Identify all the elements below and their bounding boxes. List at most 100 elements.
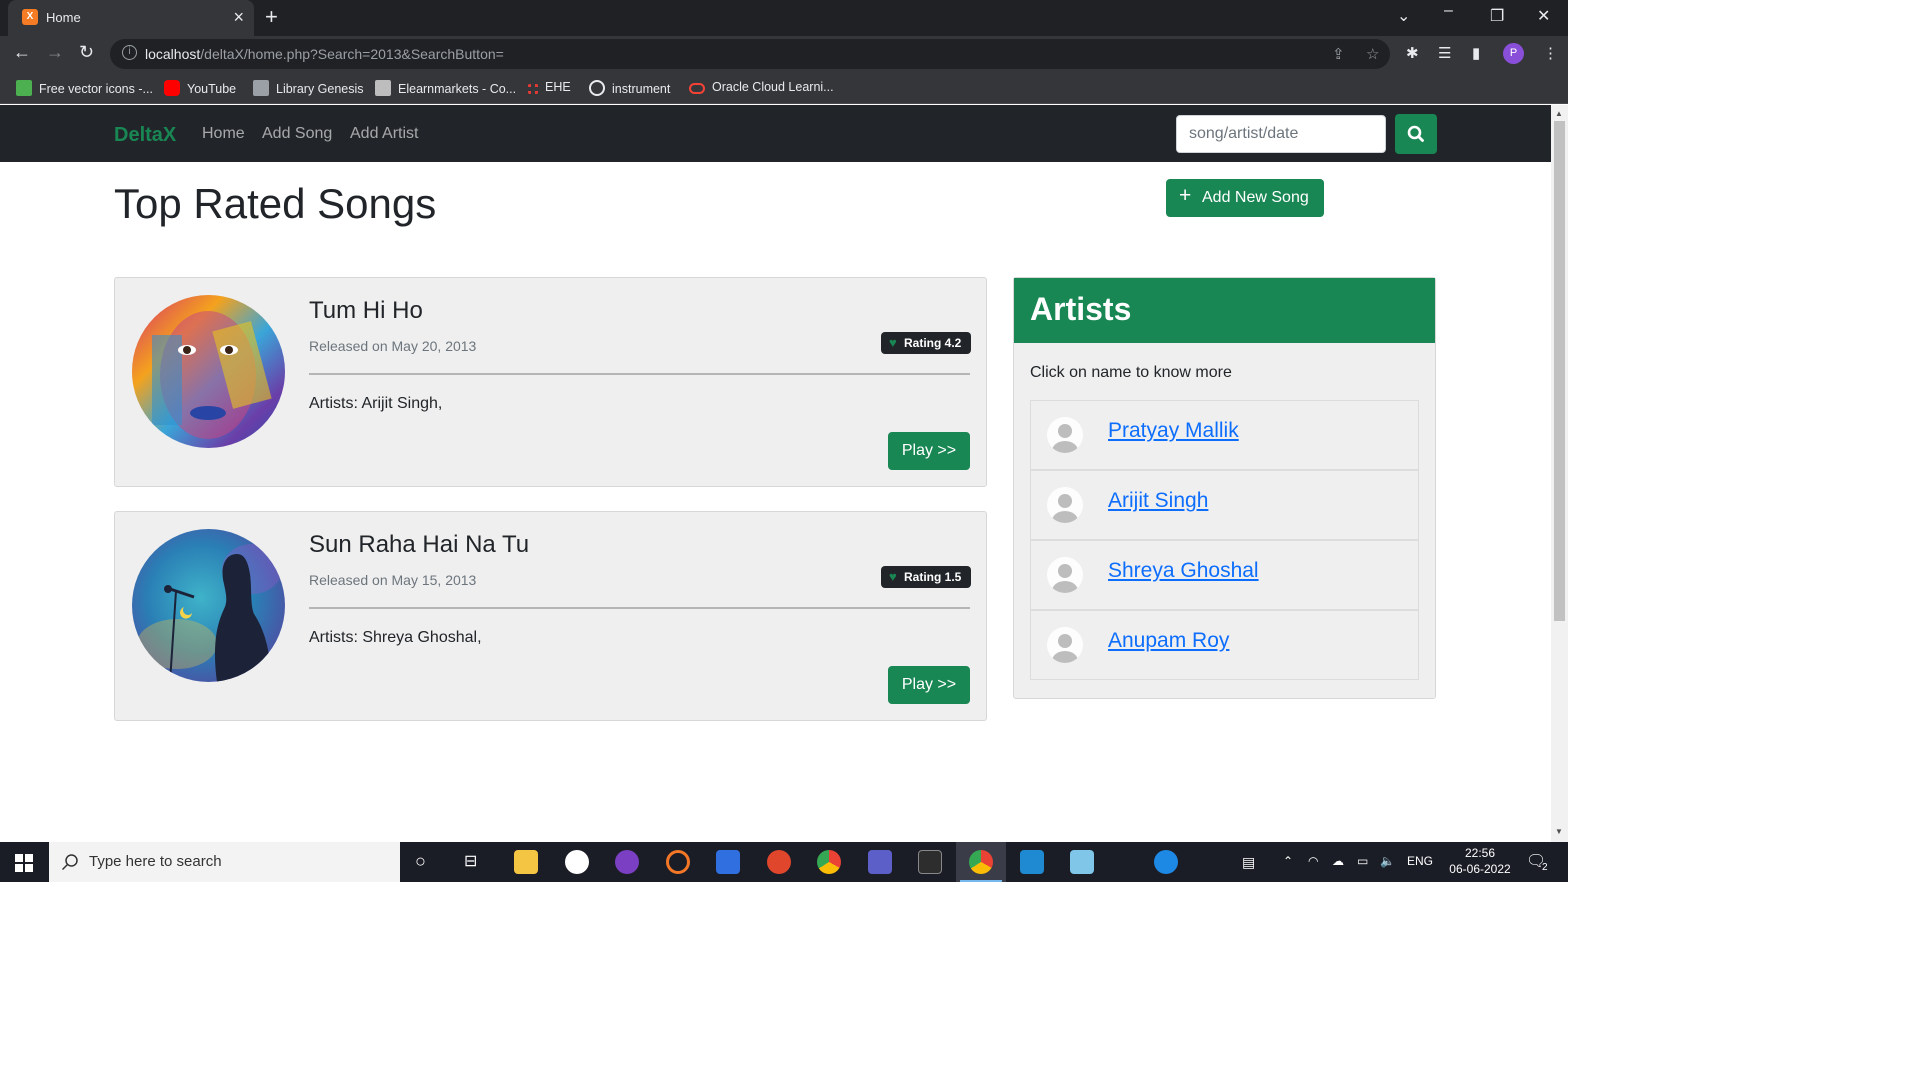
tab-home[interactable]: X Home × <box>8 0 254 36</box>
windows-start-icon[interactable] <box>15 854 33 872</box>
jupyter-icon[interactable] <box>666 850 690 874</box>
app-icon[interactable] <box>1070 850 1094 874</box>
app-icon[interactable] <box>565 850 589 874</box>
cortana-icon[interactable]: ○ <box>415 851 426 872</box>
teams-icon[interactable] <box>868 850 892 874</box>
language-indicator[interactable]: ENG <box>1407 854 1433 868</box>
bookmark-item[interactable]: Library Genesis <box>253 80 364 96</box>
search-input[interactable] <box>1176 115 1386 153</box>
artist-list-item: Arijit Singh <box>1030 470 1419 540</box>
tab-search-chevron-icon[interactable]: ⌄ <box>1397 6 1410 26</box>
tab-title: Home <box>46 10 81 25</box>
chrome-icon[interactable] <box>817 850 841 874</box>
song-title: Sun Raha Hai Na Tu <box>309 531 530 558</box>
restore-icon[interactable]: ❐ <box>1490 6 1504 26</box>
bookmark-item[interactable]: YouTube <box>164 80 236 96</box>
bookmark-item[interactable]: instrument <box>589 80 670 96</box>
song-artists: Artists: Arijit Singh, <box>309 395 443 412</box>
scroll-down-icon[interactable]: ▼ <box>1555 827 1563 836</box>
close-window-icon[interactable]: ✕ <box>1537 6 1550 26</box>
forward-icon[interactable]: → <box>46 42 64 63</box>
chrome-icon <box>969 850 993 874</box>
site-info-icon[interactable]: i <box>122 45 137 60</box>
news-widget-icon[interactable]: ▤ <box>1242 854 1255 871</box>
app-navbar: DeltaX Home Add Song Add Artist <box>0 105 1551 162</box>
rating-badge: ♥ Rating 1.5 <box>881 566 971 588</box>
artist-link[interactable]: Anupam Roy <box>1108 629 1229 653</box>
file-explorer-icon[interactable] <box>514 850 538 874</box>
rating-badge: ♥ Rating 4.2 <box>881 332 971 354</box>
minimize-icon[interactable]: – <box>1444 2 1453 20</box>
play-button[interactable]: Play >> <box>888 666 970 704</box>
song-cover-image <box>132 295 285 448</box>
add-new-song-button[interactable]: + Add New Song <box>1166 179 1324 217</box>
clock[interactable]: 22:56 06-06-2022 <box>1444 845 1516 877</box>
user-avatar-icon <box>1047 627 1083 663</box>
artist-list-item: Anupam Roy <box>1030 610 1419 680</box>
scroll-thumb[interactable] <box>1554 121 1565 621</box>
notification-count: 2 <box>1542 862 1548 873</box>
share-icon[interactable]: ⇪ <box>1332 45 1345 63</box>
nav-link-add-song[interactable]: Add Song <box>262 125 332 143</box>
divider <box>309 607 970 609</box>
reload-icon[interactable]: ↻ <box>79 42 94 63</box>
plus-icon: + <box>1179 184 1192 207</box>
song-card: Tum Hi Ho Released on May 20, 2013 ♥ Rat… <box>114 277 987 487</box>
new-tab-icon[interactable]: + <box>265 4 278 30</box>
song-title: Tum Hi Ho <box>309 297 423 324</box>
onedrive-icon[interactable]: ☁ <box>1332 854 1344 868</box>
song-artists: Artists: Shreya Ghoshal, <box>309 629 482 646</box>
battery-icon[interactable]: ▭ <box>1357 854 1368 868</box>
terminal-icon[interactable] <box>918 850 942 874</box>
bookmark-item[interactable]: Elearnmarkets - Co... <box>375 80 516 96</box>
taskbar-active-app[interactable] <box>956 842 1006 882</box>
nav-link-add-artist[interactable]: Add Artist <box>350 125 418 143</box>
user-avatar-icon <box>1047 487 1083 523</box>
scroll-up-icon[interactable]: ▲ <box>1555 109 1563 118</box>
bookmark-item[interactable]: Free vector icons -... <box>16 80 153 96</box>
url-text[interactable]: localhost/deltaX/home.php?Search=2013&Se… <box>145 46 504 62</box>
windows-taskbar: Type here to search ○ ⊟ ▤ ⌃ ◠ ☁ ▭ 🔈 ENG … <box>0 842 1568 882</box>
close-tab-icon[interactable]: × <box>233 7 244 27</box>
bookmark-item[interactable]: Oracle Cloud Learni... <box>689 80 834 94</box>
menu-kebab-icon[interactable]: ⋮ <box>1543 44 1558 62</box>
artist-link[interactable]: Pratyay Mallik <box>1108 419 1239 443</box>
wifi-icon[interactable]: ◠ <box>1308 854 1318 868</box>
user-avatar-icon <box>1047 557 1083 593</box>
divider <box>309 373 970 375</box>
artist-list-item: Pratyay Mallik <box>1030 400 1419 470</box>
wordpress-icon <box>589 80 605 96</box>
side-panel-icon[interactable]: ▮ <box>1472 44 1480 62</box>
extensions-puzzle-icon[interactable]: ✱ <box>1406 44 1419 62</box>
artist-link[interactable]: Shreya Ghoshal <box>1108 559 1259 583</box>
back-icon[interactable]: ← <box>13 42 31 63</box>
volume-icon[interactable]: 🔈 <box>1380 854 1395 868</box>
brand-logo[interactable]: DeltaX <box>114 124 176 147</box>
search-icon <box>61 854 78 871</box>
vscode-icon[interactable] <box>1020 850 1044 874</box>
page-title: Top Rated Songs <box>114 180 437 227</box>
heart-icon: ♥ <box>889 335 897 350</box>
media-queue-icon[interactable]: ☰ <box>1438 44 1451 62</box>
bookmark-item[interactable]: EHE <box>528 80 571 94</box>
nav-link-home[interactable]: Home <box>202 125 245 143</box>
ehe-icon <box>528 84 538 94</box>
help-icon[interactable] <box>1154 850 1178 874</box>
page-scrollbar[interactable]: ▲ ▼ <box>1551 105 1568 842</box>
address-bar[interactable]: i localhost/deltaX/home.php?Search=2013&… <box>110 39 1390 69</box>
play-button[interactable]: Play >> <box>888 432 970 470</box>
app-icon[interactable] <box>716 850 740 874</box>
search-icon <box>1407 125 1424 142</box>
task-view-icon[interactable]: ⊟ <box>464 851 477 871</box>
search-button[interactable] <box>1395 114 1437 154</box>
chevron-up-icon[interactable]: ⌃ <box>1283 854 1293 868</box>
profile-avatar[interactable]: P <box>1503 43 1524 64</box>
artist-link[interactable]: Arijit Singh <box>1108 489 1208 513</box>
taskbar-search-box[interactable]: Type here to search <box>49 842 400 882</box>
artists-panel-title: Artists <box>1030 291 1132 327</box>
song-release-date: Released on May 15, 2013 <box>309 572 477 588</box>
bookmark-star-icon[interactable]: ☆ <box>1366 45 1379 63</box>
artists-panel-header: Artists <box>1014 278 1435 343</box>
github-desktop-icon[interactable] <box>615 850 639 874</box>
app-icon[interactable] <box>767 850 791 874</box>
